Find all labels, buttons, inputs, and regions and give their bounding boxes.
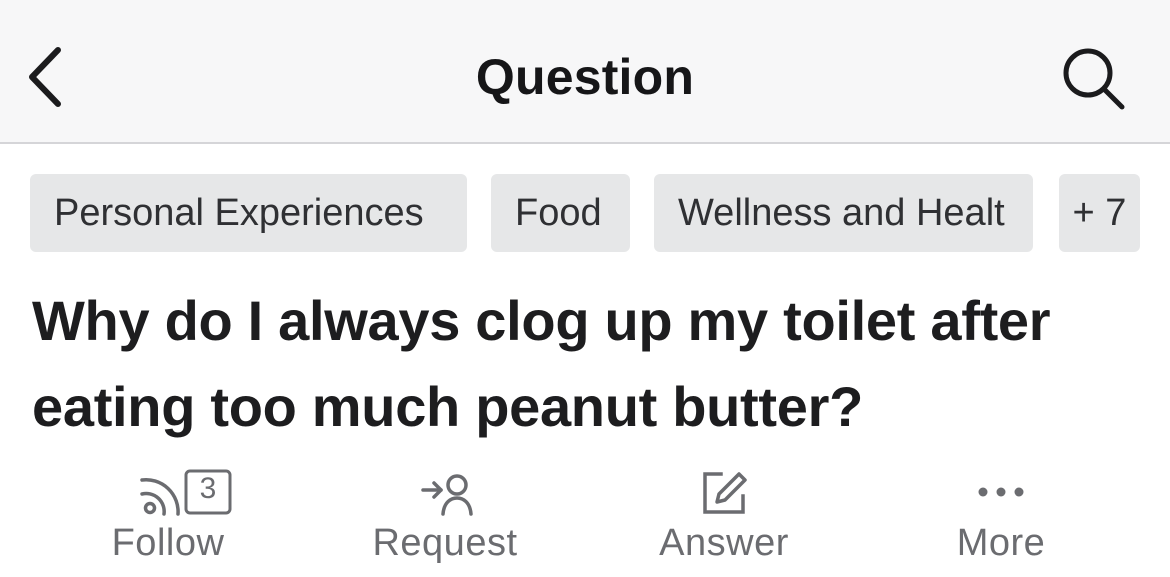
topic-chip-personal-experiences[interactable]: Personal Experiences xyxy=(30,174,467,252)
request-label: Request xyxy=(372,522,518,564)
request-button[interactable]: Request xyxy=(315,462,575,577)
topic-chips: Personal Experiences Food Wellness and H… xyxy=(30,174,1170,252)
topic-chip-wellness-and-health[interactable]: Wellness and Healt xyxy=(654,174,1033,252)
more-dots-icon xyxy=(978,487,1024,497)
follow-label: Follow xyxy=(111,522,225,564)
more-button[interactable]: More xyxy=(871,462,1131,577)
search-icon xyxy=(1063,48,1125,110)
answer-button[interactable]: Answer xyxy=(594,462,854,577)
topic-chip-food[interactable]: Food xyxy=(491,174,630,252)
request-person-icon xyxy=(421,474,473,516)
question-action-bar: 3 Follow Request Answer More xyxy=(0,462,1170,577)
more-label: More xyxy=(956,522,1046,564)
follow-count: 3 xyxy=(199,472,217,505)
topic-chip-more-count[interactable]: + 7 xyxy=(1059,174,1140,252)
follow-button[interactable]: 3 Follow xyxy=(38,462,298,577)
answer-label: Answer xyxy=(659,522,789,564)
top-nav-bar: Question xyxy=(0,0,1170,144)
answer-pencil-icon xyxy=(703,472,747,514)
question-page: Question Personal Experiences Food Welln… xyxy=(0,0,1170,577)
search-button[interactable] xyxy=(1058,44,1130,114)
question-title: Why do I always clog up my toilet after … xyxy=(32,289,1051,438)
page-title: Question xyxy=(475,49,695,105)
